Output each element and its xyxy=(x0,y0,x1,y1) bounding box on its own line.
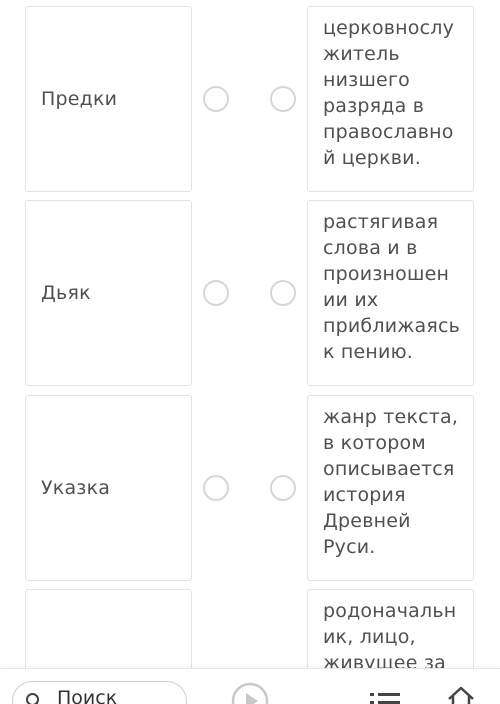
term-radio[interactable] xyxy=(203,280,229,306)
definition-text: жанр текста, в котором описывается истор… xyxy=(323,406,459,558)
definition-text: родоначальн ик, лицо, живущее за xyxy=(323,600,457,674)
term-card[interactable]: Предки xyxy=(25,6,192,192)
definition-radio[interactable] xyxy=(270,280,296,306)
play-icon[interactable] xyxy=(230,681,270,704)
matching-exercise-page: Предки церковнослу житель низшего разряд… xyxy=(0,0,500,704)
term-radio[interactable] xyxy=(203,86,229,112)
term-label: Предки xyxy=(41,88,118,110)
search-button[interactable]: Поиск xyxy=(12,681,187,704)
definition-radio[interactable] xyxy=(270,475,296,501)
definition-text: растягивая слова и в произношен ии их пр… xyxy=(323,211,461,363)
definition-card[interactable]: церковнослу житель низшего разряда в пра… xyxy=(307,6,474,192)
term-radio[interactable] xyxy=(203,475,229,501)
term-card[interactable]: Указка xyxy=(25,395,192,581)
term-label: Указка xyxy=(41,477,111,499)
bottom-toolbar: Поиск xyxy=(0,668,500,704)
home-icon[interactable] xyxy=(447,685,475,704)
definition-text: церковнослу житель низшего разряда в пра… xyxy=(323,17,455,169)
term-card[interactable]: Дьяк xyxy=(25,200,192,386)
definition-card[interactable]: жанр текста, в котором описывается истор… xyxy=(307,395,474,581)
search-icon xyxy=(26,693,39,704)
search-label: Поиск xyxy=(57,687,118,704)
term-label: Дьяк xyxy=(41,282,91,304)
definition-card[interactable]: растягивая слова и в произношен ии их пр… xyxy=(307,200,474,386)
definition-radio[interactable] xyxy=(270,86,296,112)
list-icon[interactable] xyxy=(370,691,400,704)
